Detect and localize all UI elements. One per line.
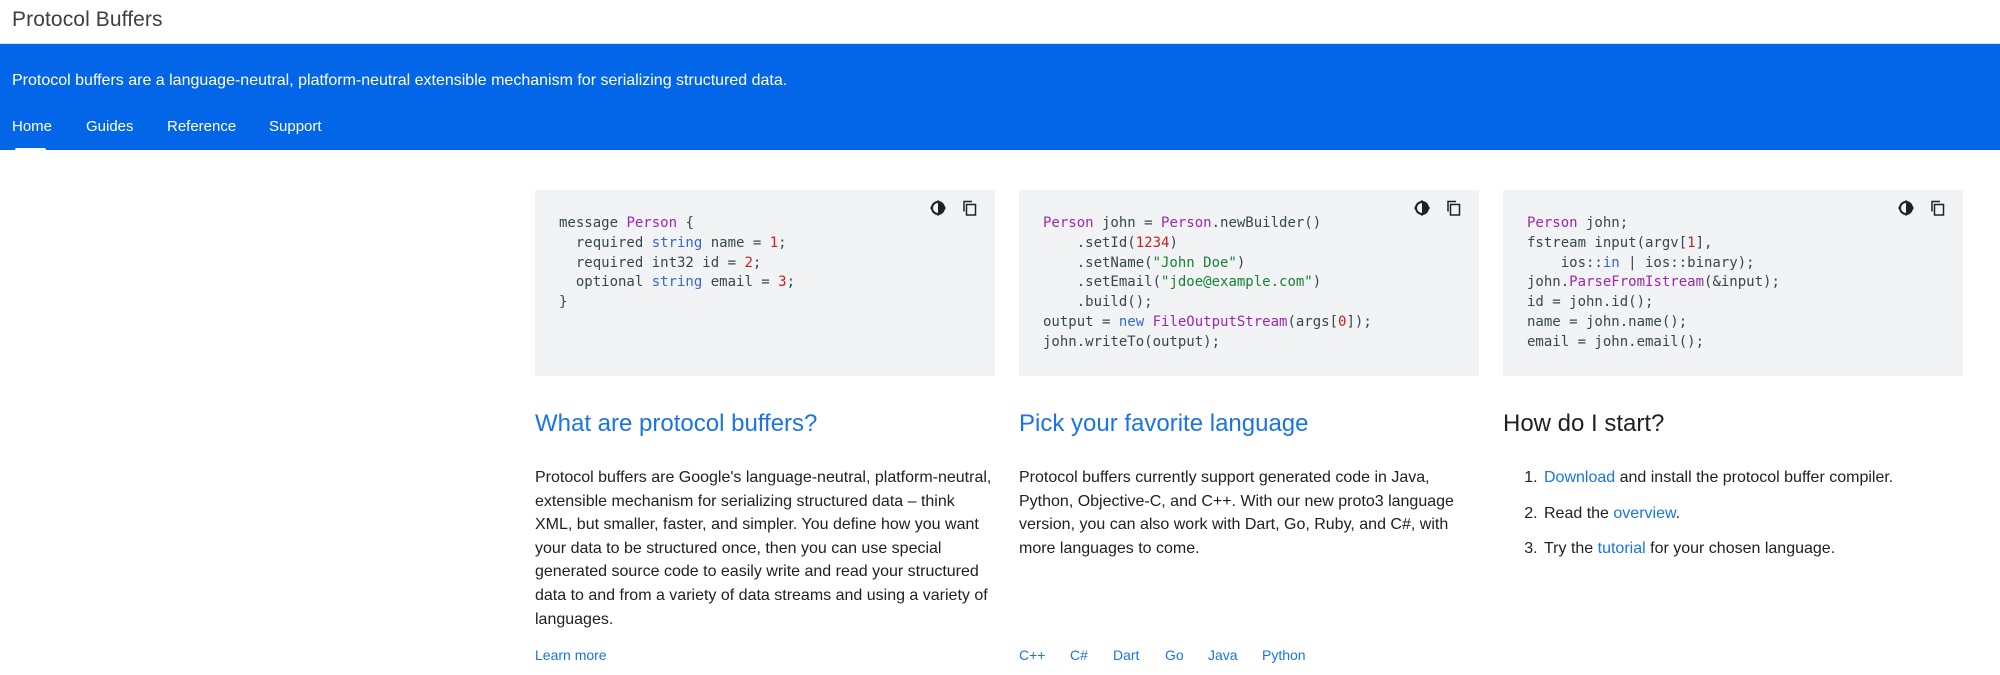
- section-body: Protocol buffers currently support gener…: [1019, 469, 1454, 557]
- download-link[interactable]: Download: [1544, 469, 1615, 486]
- lang-link-java[interactable]: Java: [1208, 647, 1238, 663]
- code-line: john.ParseFromIstream(&input);: [1527, 274, 1780, 291]
- code-line: id = john.id();: [1527, 294, 1654, 311]
- code-sample-java: Person john = Person.newBuilder() .setId…: [1019, 190, 1479, 376]
- section-what: What are protocol buffers? Protocol buff…: [535, 404, 995, 631]
- code-block: Person john = Person.newBuilder() .setId…: [1043, 214, 1372, 353]
- code-line: .build();: [1043, 294, 1153, 311]
- lang-link-csharp[interactable]: C#: [1070, 647, 1088, 663]
- code-block: Person john; fstream input(argv[1], ios:…: [1527, 214, 1780, 353]
- site-title[interactable]: Protocol Buffers: [12, 8, 163, 32]
- section-start: How do I start? Download and install the…: [1503, 404, 1963, 573]
- section-title[interactable]: Pick your favorite language: [1019, 404, 1479, 444]
- code-line: message Person {: [559, 215, 694, 231]
- code-line: }: [559, 294, 568, 311]
- dark-mode-icon[interactable]: [929, 199, 947, 217]
- list-item: Download and install the protocol buffer…: [1542, 466, 1963, 490]
- copy-icon[interactable]: [1445, 199, 1463, 217]
- lang-link-python[interactable]: Python: [1262, 647, 1306, 663]
- code-sample-proto: message Person { required string name = …: [535, 190, 995, 376]
- dark-mode-icon[interactable]: [1897, 199, 1915, 217]
- list-item: Try the tutorial for your chosen languag…: [1542, 537, 1963, 561]
- code-line: required string name = 1;: [559, 234, 787, 251]
- steps-list: Download and install the protocol buffer…: [1503, 466, 1963, 561]
- code-line: name = john.name();: [1527, 313, 1688, 330]
- tab-support[interactable]: Support: [269, 118, 322, 150]
- tutorial-link[interactable]: tutorial: [1598, 540, 1646, 557]
- code-line: .setId(1234): [1043, 234, 1178, 251]
- learn-more-link[interactable]: Learn more: [535, 647, 607, 663]
- copy-icon[interactable]: [1929, 199, 1947, 217]
- section-body: Protocol buffers are Google's language-n…: [535, 469, 992, 628]
- tab-reference[interactable]: Reference: [167, 118, 236, 150]
- code-line: .setName("John Doe"): [1043, 254, 1246, 271]
- code-line: Person john = Person.newBuilder(): [1043, 215, 1322, 231]
- hero-banner: Protocol buffers are a language-neutral,…: [0, 44, 2000, 151]
- code-line: john.writeTo(output);: [1043, 333, 1221, 350]
- code-line: ios::in | ios::binary);: [1527, 254, 1755, 271]
- code-line: email = john.email();: [1527, 333, 1705, 350]
- code-line: required int32 id = 2;: [559, 254, 762, 271]
- code-sample-cpp: Person john; fstream input(argv[1], ios:…: [1503, 190, 1963, 376]
- lang-link-dart[interactable]: Dart: [1113, 647, 1139, 663]
- tab-home[interactable]: Home: [12, 118, 52, 151]
- code-block: message Person { required string name = …: [559, 214, 795, 313]
- code-line: output = new FileOutputStream(args[0]);: [1043, 313, 1372, 330]
- list-item: Read the overview.: [1542, 502, 1963, 526]
- code-line: .setEmail("jdoe@example.com"): [1043, 274, 1322, 291]
- dark-mode-icon[interactable]: [1413, 199, 1431, 217]
- tab-guides[interactable]: Guides: [86, 118, 134, 150]
- copy-icon[interactable]: [961, 199, 979, 217]
- section-title[interactable]: What are protocol buffers?: [535, 404, 995, 444]
- top-bar: Protocol Buffers: [0, 0, 2000, 44]
- code-line: Person john;: [1527, 215, 1629, 231]
- tagline: Protocol buffers are a language-neutral,…: [12, 72, 788, 89]
- overview-link[interactable]: overview: [1613, 505, 1675, 522]
- code-line: optional string email = 3;: [559, 274, 796, 291]
- code-line: fstream input(argv[1],: [1527, 234, 1713, 251]
- section-language: Pick your favorite language Protocol buf…: [1019, 404, 1479, 560]
- lang-link-cpp[interactable]: C++: [1019, 647, 1045, 663]
- lang-link-go[interactable]: Go: [1165, 647, 1184, 663]
- section-title: How do I start?: [1503, 410, 1665, 437]
